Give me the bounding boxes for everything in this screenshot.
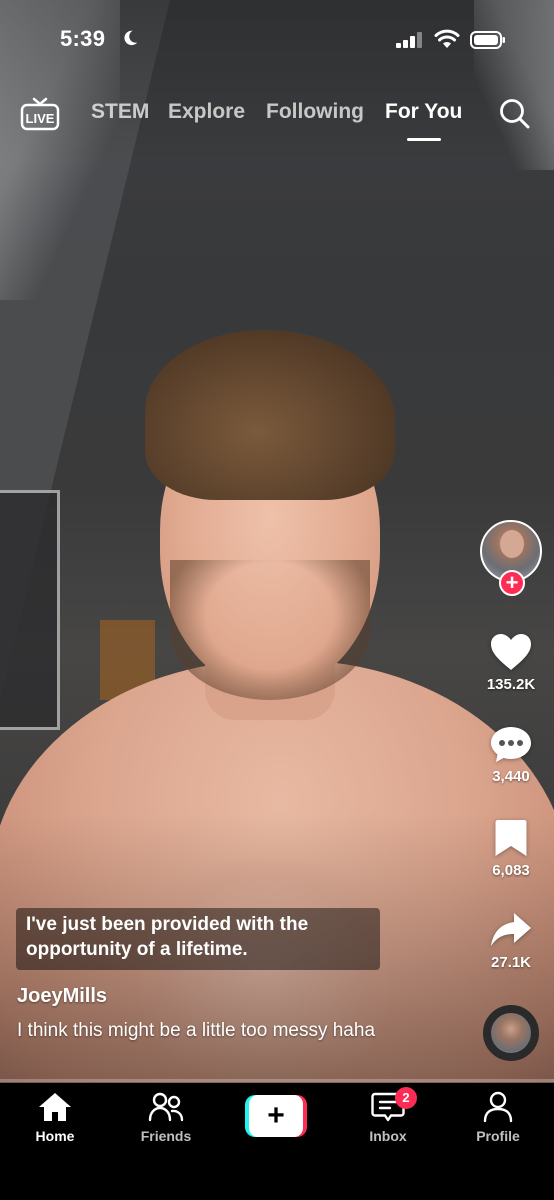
follow-button[interactable]: + [499, 570, 525, 596]
bottom-nav: Home Friends + 2 Inbox Profile [0, 1083, 554, 1200]
follow-plus-icon: + [505, 570, 519, 595]
nav-inbox-label: Inbox [369, 1128, 407, 1144]
caption-overlay: I've just been provided with the opportu… [16, 908, 380, 970]
moon-icon [124, 30, 138, 46]
creator-avatar-group: + [480, 520, 542, 600]
share-count: 27.1K [490, 954, 532, 971]
creator-username[interactable]: JoeyMills [17, 985, 107, 1008]
tab-following[interactable]: Following [266, 100, 364, 124]
feed-tabs: STEM Explore Following For You [0, 100, 554, 141]
like-count: 135.2K [486, 676, 536, 693]
nav-profile-label: Profile [476, 1128, 520, 1144]
create-button[interactable]: + [245, 1095, 307, 1137]
nav-home[interactable]: Home [10, 1091, 100, 1144]
status-time: 5:39 [60, 26, 106, 51]
bookmark-count: 6,083 [492, 862, 530, 879]
profile-icon [483, 1091, 513, 1123]
nav-home-label: Home [35, 1128, 75, 1144]
create-icon: + [249, 1095, 303, 1137]
active-tab-indicator [407, 138, 441, 141]
nav-friends-label: Friends [140, 1128, 192, 1144]
comment-count: 3,440 [492, 768, 530, 785]
comment-button[interactable]: 3,440 [478, 724, 544, 785]
inbox-badge: 2 [395, 1087, 417, 1109]
tab-for-you[interactable]: For You [385, 100, 462, 124]
nav-profile[interactable]: Profile [453, 1091, 543, 1144]
heart-icon [491, 634, 531, 670]
tab-stem[interactable]: STEM [91, 100, 149, 124]
bookmark-icon [495, 820, 527, 856]
search-icon[interactable] [498, 97, 530, 129]
wifi-icon [434, 29, 460, 48]
home-icon [39, 1093, 71, 1121]
status-bar: 5:39 [0, 26, 554, 60]
tab-explore[interactable]: Explore [168, 100, 245, 124]
battery-icon [470, 31, 505, 49]
cellular-signal-icon [396, 32, 422, 48]
video-progress-bar[interactable] [0, 1079, 554, 1082]
video-description[interactable]: I think this might be a little too messy… [17, 1019, 417, 1043]
nav-friends[interactable]: Friends [121, 1091, 211, 1144]
nav-inbox[interactable]: 2 Inbox [343, 1087, 433, 1144]
top-nav: LIVE STEM Explore Following For You [0, 92, 554, 142]
share-button[interactable]: 27.1K [478, 910, 544, 971]
like-button[interactable]: 135.2K [478, 632, 544, 693]
share-icon [491, 913, 531, 946]
comment-icon [491, 727, 531, 762]
friends-icon [148, 1092, 184, 1122]
bookmark-button[interactable]: 6,083 [478, 818, 544, 879]
sound-disc[interactable] [483, 1005, 539, 1061]
